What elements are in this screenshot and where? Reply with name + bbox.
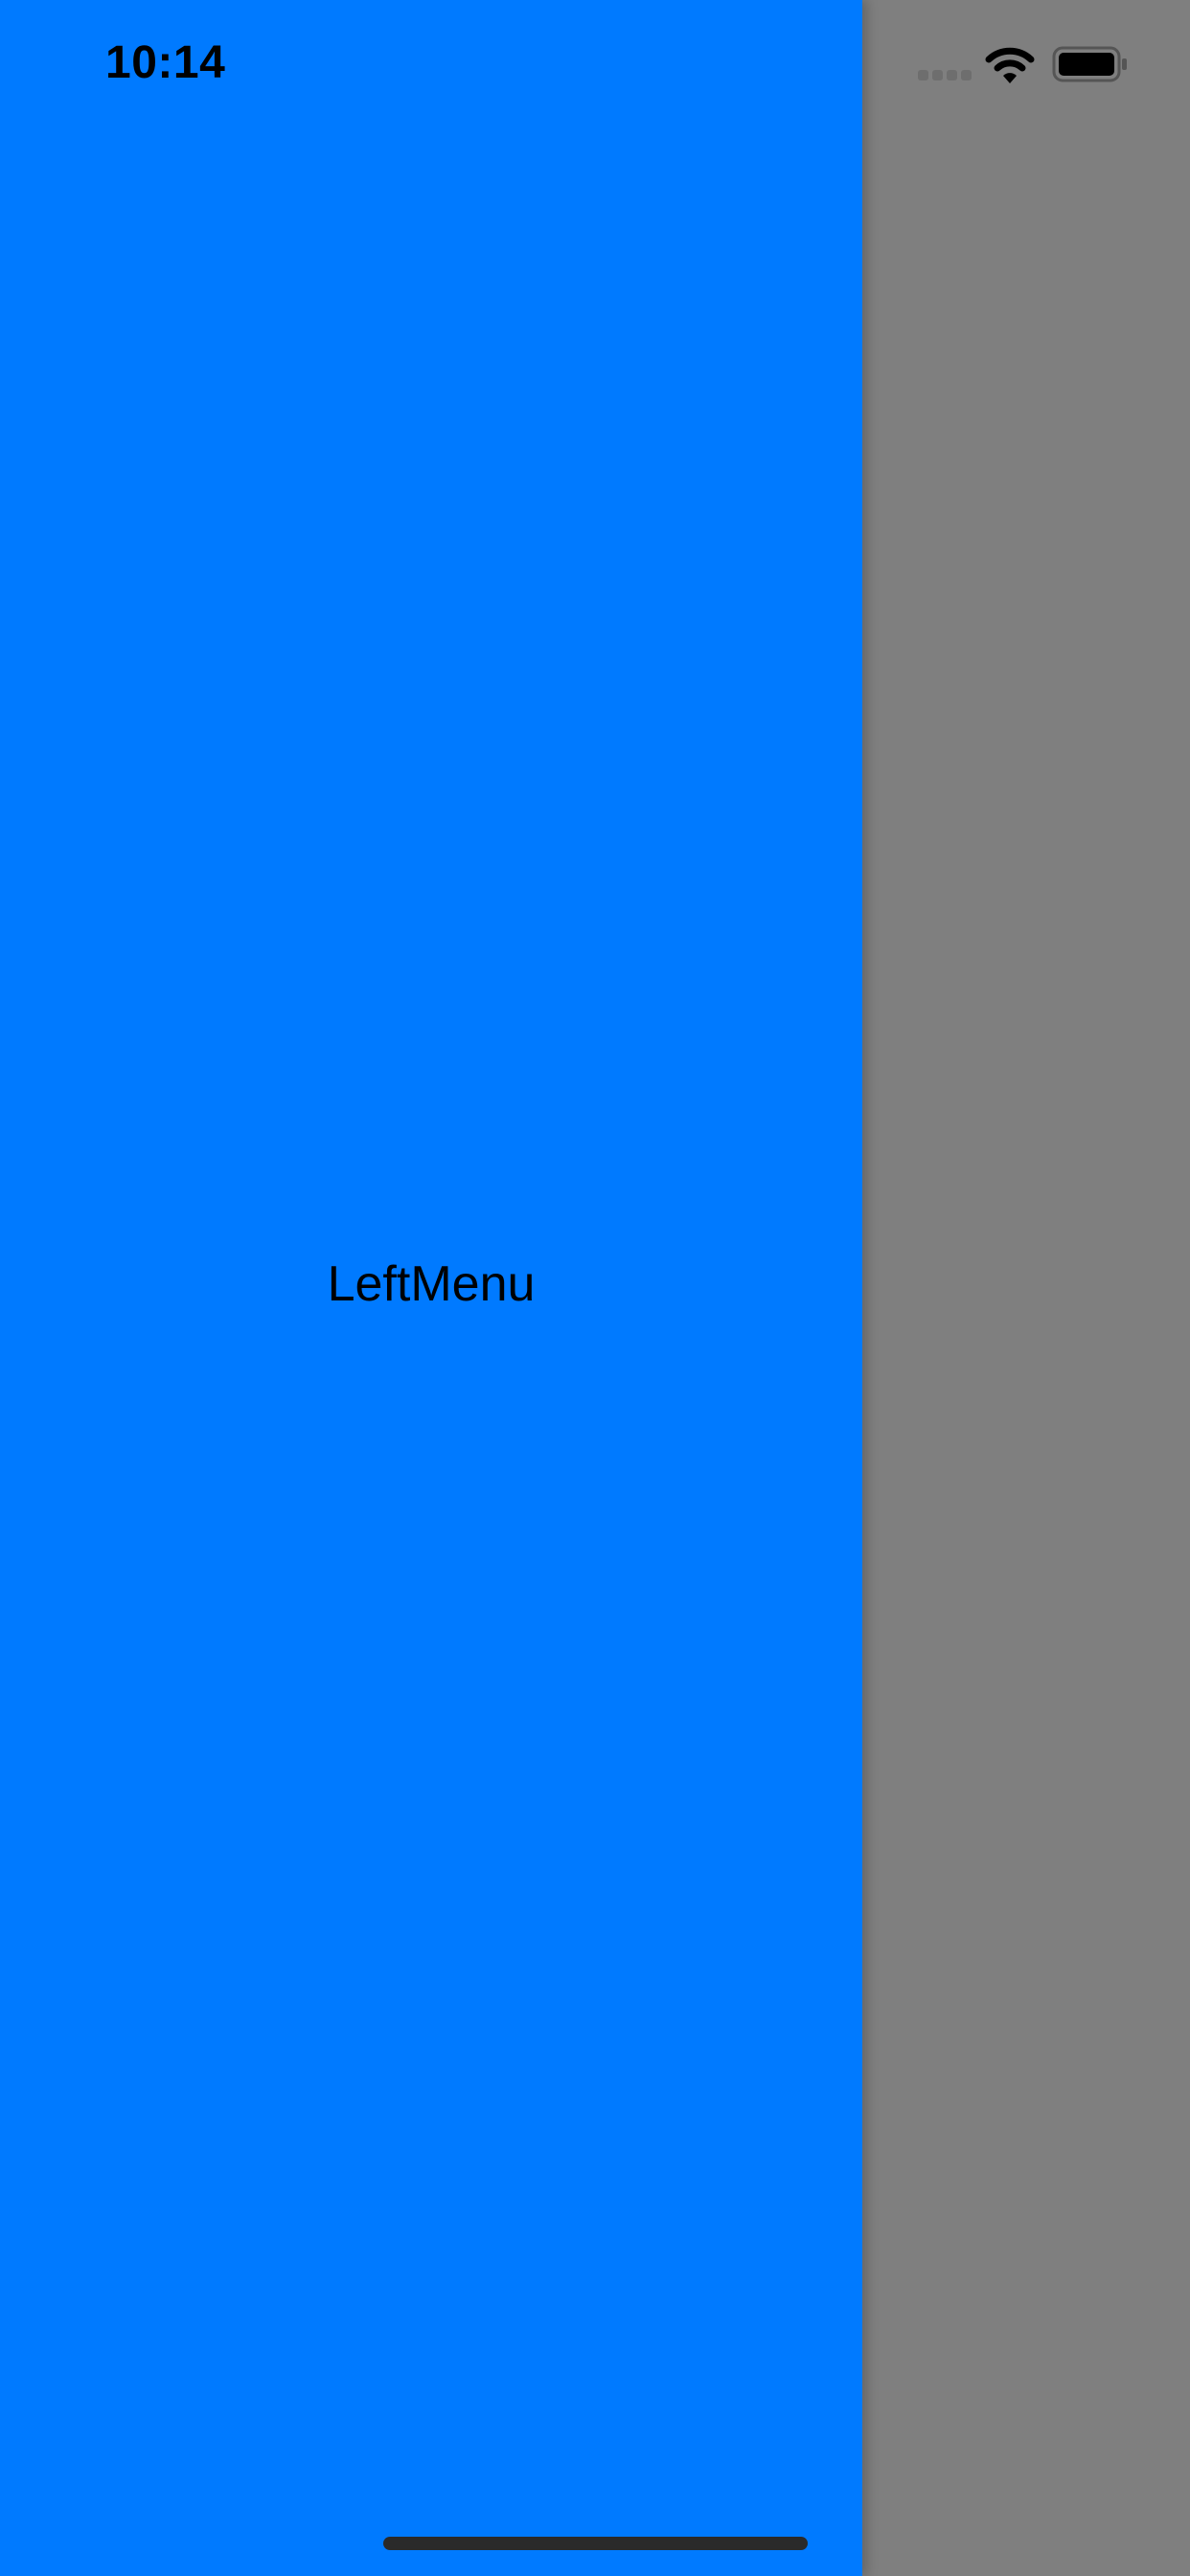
app-screen: LeftMenu 10:14 — [0, 0, 1190, 2576]
wifi-icon — [985, 47, 1035, 83]
status-bar: 10:14 — [0, 0, 1190, 125]
cellular-signal-icon — [918, 70, 973, 81]
left-menu-panel: LeftMenu — [0, 0, 862, 2576]
left-menu-label: LeftMenu — [327, 1256, 536, 1312]
status-time: 10:14 — [105, 37, 226, 88]
battery-icon — [1052, 46, 1127, 82]
home-indicator[interactable] — [383, 2537, 808, 2550]
